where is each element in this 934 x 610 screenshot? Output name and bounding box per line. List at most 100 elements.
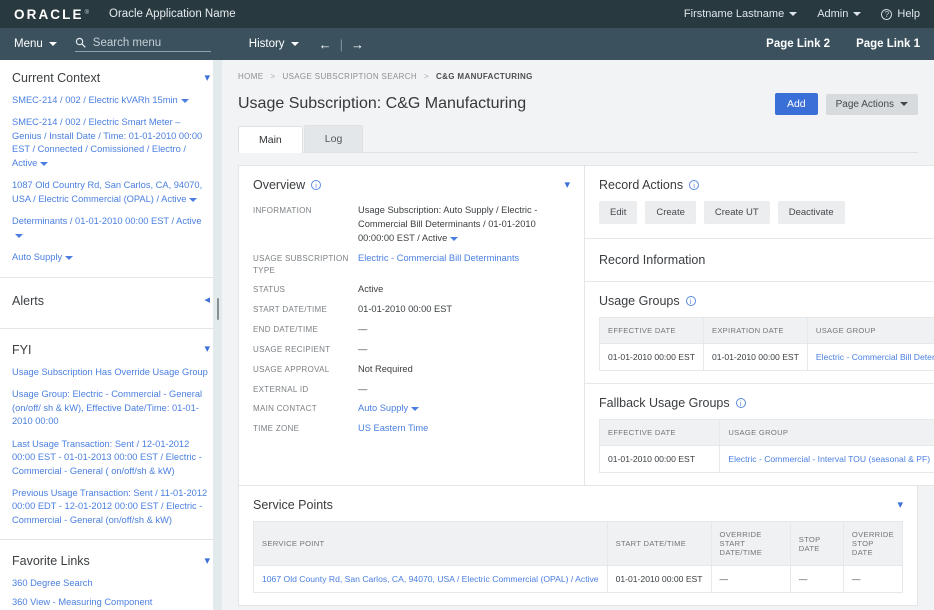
- fyi-item-3[interactable]: Previous Usage Transaction: Sent / 11-01…: [12, 487, 210, 527]
- usage-groups-col-expiration-date[interactable]: EXPIRATION DATE: [702, 317, 808, 344]
- context-item-1[interactable]: SMEC-214 / 002 / Electric Smart Meter – …: [12, 116, 210, 170]
- menu-button[interactable]: Menu: [14, 38, 57, 50]
- overview-value-end-date-time: —: [358, 323, 368, 334]
- current-context-items: SMEC-214 / 002 / Electric kVARh 15min SM…: [12, 94, 210, 265]
- record-information-panel: Record Information ◂: [585, 238, 934, 281]
- chevron-down-icon: [900, 102, 908, 106]
- record-information-title: Record Information: [599, 253, 706, 267]
- page-actions-button[interactable]: Page Actions: [825, 93, 918, 115]
- back-arrow-icon[interactable]: ←: [319, 38, 332, 51]
- arrow-separator: |: [339, 36, 343, 52]
- fyi-item-2[interactable]: Last Usage Transaction: Sent / 12-01-201…: [12, 438, 210, 478]
- current-context-title: Current Context: [12, 71, 101, 85]
- usage-groups-title-group: Usage Groups i: [599, 294, 696, 308]
- sp-col-override-start-date-time[interactable]: OVERRIDE START DATE/TIME: [710, 521, 791, 566]
- table-header-row: EFFECTIVE DATE EXPIRATION DATE USAGE GRO…: [599, 317, 934, 344]
- chevron-down-icon[interactable]: ▾: [204, 72, 210, 84]
- create-ut-button[interactable]: Create UT: [703, 201, 770, 224]
- chevron-down-icon: [411, 407, 420, 412]
- context-item-3[interactable]: Determinants / 01-01-2010 00:00 EST / Ac…: [12, 215, 210, 242]
- breadcrumb-separator-1: >: [270, 72, 276, 81]
- main-content: HOME > USAGE SUBSCRIPTION SEARCH > C&G M…: [222, 60, 934, 610]
- page-link-1[interactable]: Page Link 1: [856, 38, 920, 50]
- chevron-down-icon[interactable]: ▾: [204, 344, 210, 355]
- record-actions-buttons: Edit Create Create UT Deactivate: [585, 201, 934, 238]
- info-circle-icon[interactable]: i: [311, 180, 322, 190]
- overview-value-status: Active: [358, 283, 384, 294]
- sidebar-section-favorite-links: Favorite Links ▾ 360 Degree Search 360 V…: [0, 540, 222, 610]
- usage-groups-title: Usage Groups: [599, 294, 680, 308]
- record-information-header[interactable]: Record Information ◂: [585, 239, 934, 281]
- usage-groups-cell-usage-group[interactable]: Electric - Commercial Bill Determin...: [806, 343, 934, 371]
- create-button[interactable]: Create: [645, 201, 696, 224]
- service-points-title: Service Points: [253, 498, 333, 512]
- usage-groups-col-usage-group[interactable]: USAGE GROUP: [806, 317, 934, 344]
- overview-row-main-contact: MAIN CONTACT Auto Supply: [253, 399, 570, 419]
- table-header-row: SERVICE POINT START DATE/TIME OVERRIDE S…: [253, 521, 904, 566]
- sp-cell-service-point[interactable]: 1067 Old County Rd, San Carlos, CA, 9407…: [253, 565, 608, 593]
- forward-arrow-icon[interactable]: →: [351, 38, 364, 51]
- overview-panel: Overview i ▾ INFORMATION Usage Subscript…: [238, 165, 585, 486]
- search-menu-container[interactable]: [74, 36, 211, 52]
- sp-col-service-point[interactable]: SERVICE POINT: [253, 521, 608, 566]
- info-circle-icon[interactable]: i: [735, 398, 746, 408]
- sp-col-override-stop-date[interactable]: OVERRIDE STOP DATE: [842, 521, 904, 566]
- user-menu[interactable]: Firstname Lastname: [684, 8, 798, 20]
- fyi-item-0[interactable]: Usage Subscription Has Override Usage Gr…: [12, 366, 210, 379]
- favorite-link-1[interactable]: 360 View - Measuring Component: [12, 597, 210, 607]
- admin-menu-label: Admin: [817, 8, 849, 20]
- context-item-0[interactable]: SMEC-214 / 002 / Electric kVARh 15min: [12, 94, 210, 107]
- chevron-down-icon[interactable]: ▾: [897, 499, 903, 511]
- chevron-down-icon: [853, 12, 862, 16]
- search-input[interactable]: [92, 36, 205, 49]
- sp-col-start-date-time[interactable]: START DATE/TIME: [606, 521, 712, 566]
- tab-main[interactable]: Main: [238, 126, 303, 153]
- overview-value-main-contact-text: Auto Supply: [358, 403, 409, 414]
- add-button[interactable]: Add: [774, 93, 818, 115]
- menu-bar-links: Page Link 2 Page Link 1: [766, 38, 920, 50]
- favorite-link-0[interactable]: 360 Degree Search: [12, 578, 210, 588]
- table-row: 1067 Old County Rd, San Carlos, CA, 9407…: [253, 565, 904, 593]
- overview-key-information: INFORMATION: [253, 206, 312, 215]
- chevron-down-icon: [789, 12, 798, 16]
- page-link-2[interactable]: Page Link 2: [766, 38, 830, 50]
- chevron-down-icon[interactable]: [450, 236, 459, 241]
- record-actions-panel: Record Actions i ▾ Edit Create Create UT…: [585, 166, 934, 238]
- chevron-down-icon[interactable]: ▾: [204, 555, 210, 567]
- info-circle-icon[interactable]: i: [685, 296, 696, 306]
- tab-log[interactable]: Log: [303, 125, 364, 152]
- breadcrumb-home[interactable]: HOME: [238, 72, 263, 81]
- fallback-usage-groups-panel: Fallback Usage Groups i ▾ EFFECTIVE DATE…: [585, 383, 934, 473]
- admin-menu[interactable]: Admin: [817, 8, 862, 20]
- context-item-4[interactable]: Auto Supply: [12, 251, 210, 264]
- usage-groups-col-effective-date[interactable]: EFFECTIVE DATE: [599, 317, 704, 344]
- fyi-item-1[interactable]: Usage Group: Electric - Commercial - Gen…: [12, 388, 210, 428]
- overview-value-information-text: Usage Subscription: Auto Supply / Electr…: [358, 205, 538, 243]
- page-title-row: Usage Subscription: C&G Manufacturing Ad…: [222, 81, 934, 115]
- context-item-2[interactable]: 1087 Old Country Rd, San Carlos, CA, 940…: [12, 179, 210, 206]
- sidebar-resize-handle[interactable]: [213, 60, 222, 610]
- context-item-2-label: 1087 Old Country Rd, San Carlos, CA, 940…: [12, 180, 203, 204]
- info-circle-icon[interactable]: i: [689, 180, 700, 190]
- deactivate-button[interactable]: Deactivate: [777, 201, 845, 224]
- chevron-down-icon[interactable]: ▾: [564, 179, 570, 191]
- fallback-col-effective-date[interactable]: EFFECTIVE DATE: [598, 419, 721, 446]
- usage-groups-panel: Usage Groups i ▾ EFFECTIVE DATE EXPIRATI…: [585, 281, 934, 371]
- sp-col-stop-date[interactable]: STOP DATE: [789, 521, 844, 566]
- oracle-wordmark: ORACLE: [14, 6, 84, 22]
- chevron-down-icon: [189, 197, 198, 202]
- breadcrumb-usage-subscription-search[interactable]: USAGE SUBSCRIPTION SEARCH: [282, 72, 417, 81]
- fallback-col-usage-group[interactable]: USAGE GROUP: [719, 419, 934, 446]
- edit-button[interactable]: Edit: [599, 201, 638, 224]
- history-menu[interactable]: History: [249, 38, 299, 50]
- overview-value-main-contact[interactable]: Auto Supply: [358, 402, 420, 416]
- overview-value-time-zone[interactable]: US Eastern Time: [358, 422, 428, 436]
- chevron-left-icon[interactable]: ◂: [204, 295, 210, 306]
- record-actions-title-group: Record Actions i: [599, 178, 700, 192]
- breadcrumb: HOME > USAGE SUBSCRIPTION SEARCH > C&G M…: [222, 60, 934, 81]
- fallback-cell-usage-group[interactable]: Electric - Commercial - Interval TOU (se…: [719, 445, 934, 473]
- overview-value-usage-subscription-type[interactable]: Electric - Commercial Bill Determinants: [358, 252, 519, 266]
- overview-title: Overview: [253, 178, 306, 192]
- overview-key-time-zone: TIME ZONE: [253, 424, 300, 434]
- help-menu[interactable]: ? Help: [881, 8, 920, 20]
